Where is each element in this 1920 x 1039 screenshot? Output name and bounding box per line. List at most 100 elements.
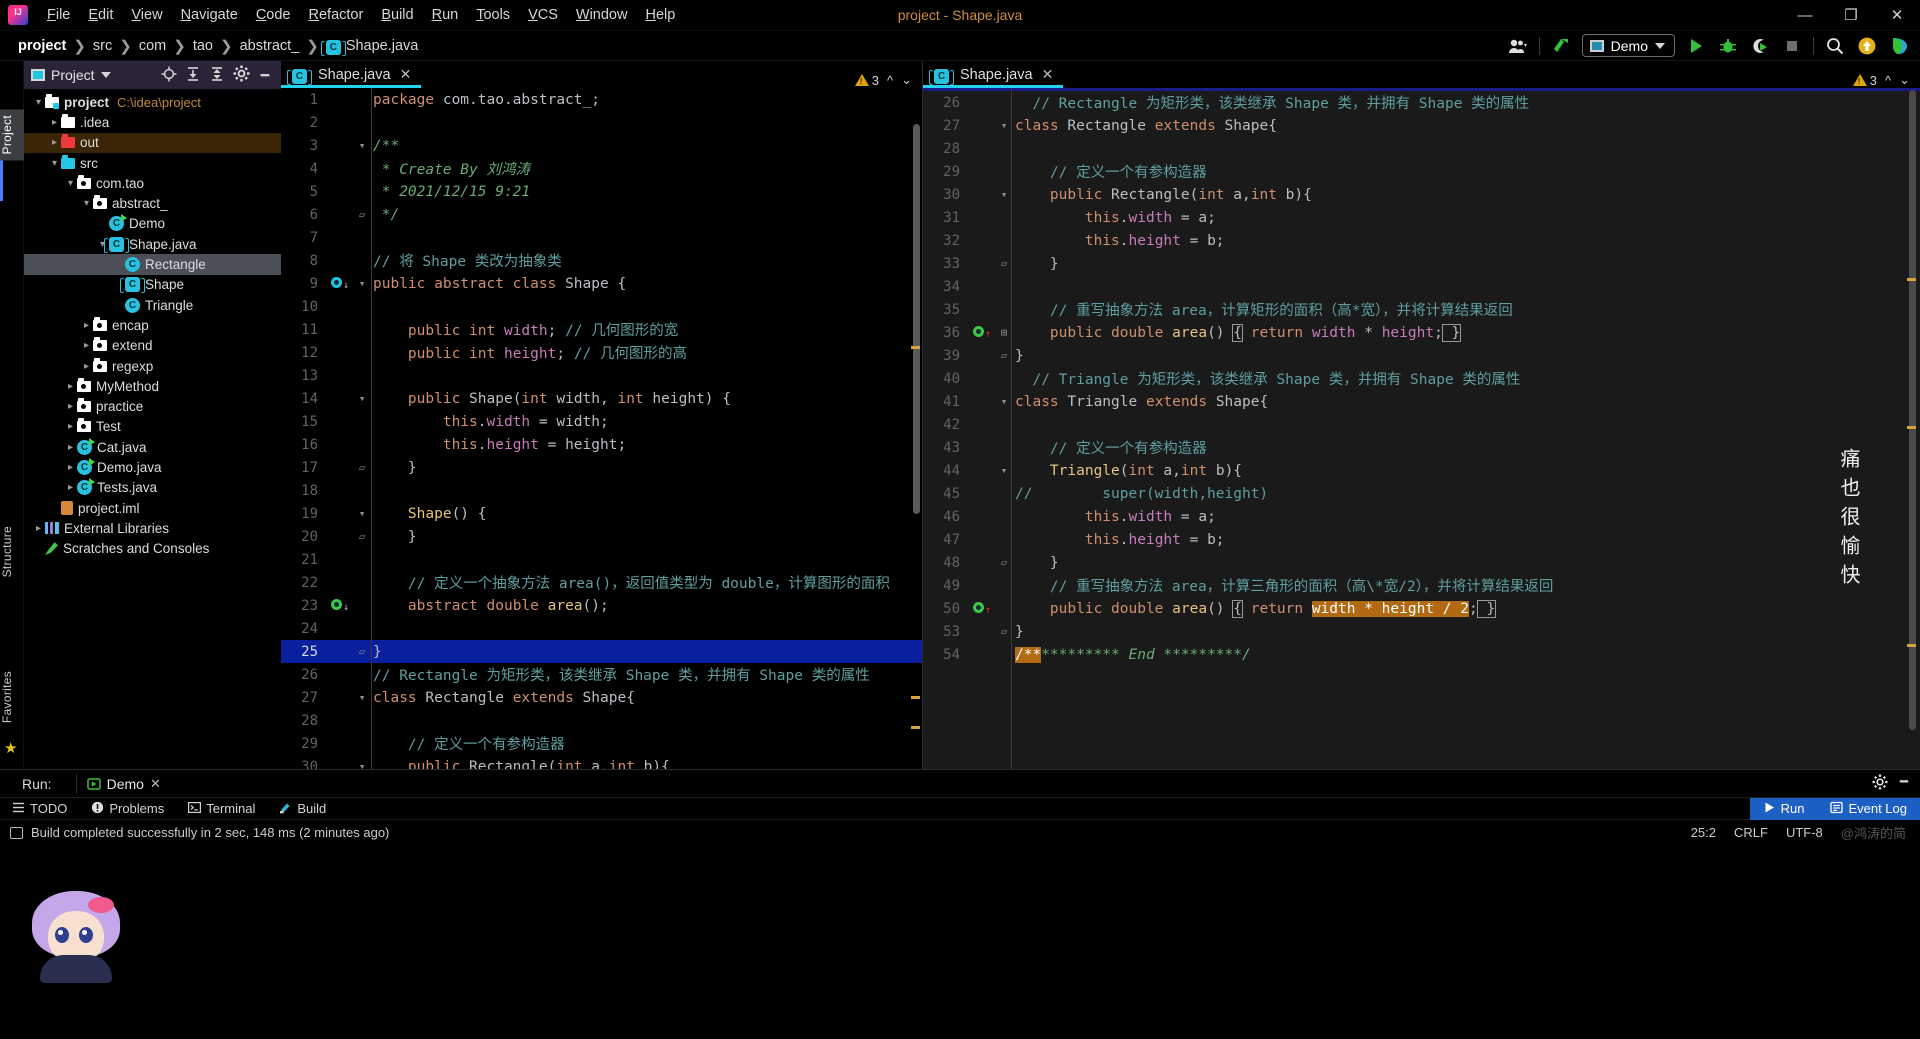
fold-close-icon[interactable]: ▱ [1001,257,1008,270]
menu-file[interactable]: File [38,4,79,26]
locate-icon[interactable] [160,66,178,85]
tab-shape-java-left[interactable]: C Shape.java ✕ [281,61,422,88]
menu-run[interactable]: Run [423,4,468,26]
code-line[interactable]: 24 [281,617,922,640]
tool-window-event-log[interactable]: Event Log [1817,797,1920,820]
run-configuration-selector[interactable]: Demo [1581,34,1675,57]
tree-item-external-libraries[interactable]: External Libraries [24,518,281,538]
notification-update-icon[interactable] [1856,35,1878,57]
fold-close-icon[interactable]: ▱ [1001,556,1008,569]
code-line[interactable]: 27 ▾ class Rectangle extends Shape{ [281,686,922,709]
code-line[interactable]: 2 [281,111,922,134]
tree-item-mymethod[interactable]: MyMethod [24,376,281,396]
code-line[interactable]: 5 * 2021/12/15 9:21 [281,180,922,203]
code-line[interactable]: 27 ▾ class Rectangle extends Shape{ [923,114,1920,137]
code-line[interactable]: 36 ↑ ⊞ public double area() { return width… [923,321,1920,344]
tool-window-terminal[interactable]: Terminal [176,801,267,817]
overriding-marker-icon[interactable] [972,325,984,337]
code-line[interactable]: 28 [281,709,922,732]
fold-open-icon[interactable]: ▾ [1001,395,1008,408]
run-tab-demo[interactable]: Demo ✕ [86,776,161,792]
fold-open-icon[interactable]: ▾ [359,392,366,405]
fold-close-icon[interactable]: ▱ [359,208,366,221]
warning-counter-left[interactable]: 3 [854,73,879,88]
tree-toggle-closed-icon[interactable] [64,381,77,392]
breadcrumb-abstract[interactable]: abstract_ [240,38,300,54]
caret-position[interactable]: 25:2 [1691,825,1716,840]
code-line[interactable]: 17 ▱ } [281,456,922,479]
window-controls[interactable]: — ❐ ✕ [1782,0,1920,31]
prev-problem-icon[interactable]: ^ [1885,73,1891,88]
tree-toggle-open-icon[interactable] [80,198,93,209]
close-icon[interactable]: ✕ [1042,66,1054,83]
code-line[interactable]: 11 public int width; // 几何图形的宽 [281,318,922,341]
code-line[interactable]: 28 [923,137,1920,160]
tree-item-triangle[interactable]: C Triangle [24,295,281,315]
code-line[interactable]: 12 public int height; // 几何图形的高 [281,341,922,364]
code-line[interactable]: 32 this.height = b; [923,229,1920,252]
run-icon[interactable] [1685,35,1707,57]
code-line[interactable]: 7 [281,226,922,249]
code-line[interactable]: 3 ▾ /** [281,134,922,157]
code-line[interactable]: 8 // 将 Shape 类改为抽象类 [281,249,922,272]
code-line[interactable]: 4 * Create By 刘鸿涛 [281,157,922,180]
code-line[interactable]: 26 // Rectangle 为矩形类，该类继承 Shape 类，并拥有 Sh… [923,91,1920,114]
code-line[interactable]: 35 // 重写抽象方法 area，计算矩形的面积（高*宽），并将计算结果返回 [923,298,1920,321]
tree-toggle-closed-icon[interactable] [64,421,77,432]
code-line[interactable]: 41 ▾ class Triangle extends Shape{ [923,390,1920,413]
menu-navigate[interactable]: Navigate [172,4,247,26]
fold-open-icon[interactable]: ▾ [359,277,366,290]
code-line[interactable]: 43 // 定义一个有参构造器 [923,436,1920,459]
file-encoding[interactable]: UTF-8 [1786,825,1823,840]
line-separator[interactable]: CRLF [1734,825,1768,840]
code-left[interactable]: 1 package com.tao.abstract_; 2 3 ▾/** 4 * Cre… [281,88,922,769]
close-icon[interactable]: ✕ [400,66,412,83]
overriding-marker-icon[interactable] [972,601,984,613]
menu-code[interactable]: Code [247,4,300,26]
vcs-update-icon[interactable] [1550,35,1572,57]
code-line[interactable]: 16 this.height = height; [281,433,922,456]
code-line[interactable]: 26 // Rectangle 为矩形类，该类继承 Shape 类，并拥有 Sha… [281,663,922,686]
project-tree[interactable]: project C:\idea\project .idea out src com.tao… [24,89,281,769]
code-line[interactable]: 54 /*********** End *********/ [923,643,1920,666]
tree-item-src[interactable]: src [24,153,281,173]
code-line[interactable]: 22 // 定义一个抽象方法 area()，返回值类型为 double，计算图形… [281,571,922,594]
code-line[interactable]: 18 [281,479,922,502]
code-line[interactable]: 20 ▱ } [281,525,922,548]
fold-open-icon[interactable]: ▾ [359,760,366,769]
run-with-coverage-icon[interactable] [1749,35,1771,57]
menu-view[interactable]: View [122,4,171,26]
tab-shape-java-right[interactable]: C Shape.java ✕ [923,61,1064,88]
prev-problem-icon[interactable]: ^ [887,73,893,88]
collapse-all-icon[interactable] [208,66,226,85]
tree-toggle-closed-icon[interactable] [64,401,77,412]
tree-toggle-closed-icon[interactable] [64,462,77,473]
tool-window-run[interactable]: Run [1749,797,1818,820]
tree-toggle-closed-icon[interactable] [64,482,77,493]
code-line[interactable]: 6 ▱ */ [281,203,922,226]
tool-window-build[interactable]: Build [267,801,338,817]
code-line[interactable]: 25 ▱} [281,640,922,663]
settings-icon[interactable] [232,65,250,85]
code-line[interactable]: 50 ↑ public double area() { return width … [923,597,1920,620]
tool-window-items[interactable]: TODO Problems Terminal Build [0,801,338,817]
tool-tab-favorites[interactable]: Favorites [0,665,24,729]
menu-build[interactable]: Build [372,4,422,26]
implementing-marker-icon[interactable] [330,598,342,610]
tree-toggle-open-icon[interactable] [32,97,45,108]
minimize-button[interactable]: — [1782,0,1828,31]
code-line[interactable]: 14 ▾ public Shape(int width, int height) … [281,387,922,410]
tree-item-cat-java[interactable]: CCat.java [24,437,281,457]
tool-window-right-items[interactable]: Run Event Log [1749,797,1920,820]
expand-all-icon[interactable] [184,66,202,85]
breadcrumb[interactable]: project ❯ src ❯ com ❯ tao ❯ abstract_ ❯ [18,37,326,55]
editor-right-scrollbar[interactable] [1907,88,1918,769]
code-line[interactable]: 33 ▱ } [923,252,1920,275]
code-line[interactable]: 31 this.width = a; [923,206,1920,229]
editor-left-scrollbar[interactable] [911,88,922,769]
code-line[interactable]: 1 package com.tao.abstract_; [281,88,922,111]
hide-icon[interactable]: ━ [1900,774,1908,793]
tool-tab-project[interactable]: Project [0,109,24,161]
fold-close-icon[interactable]: ▱ [359,530,366,543]
warning-counter-right[interactable]: 3 [1852,73,1877,88]
